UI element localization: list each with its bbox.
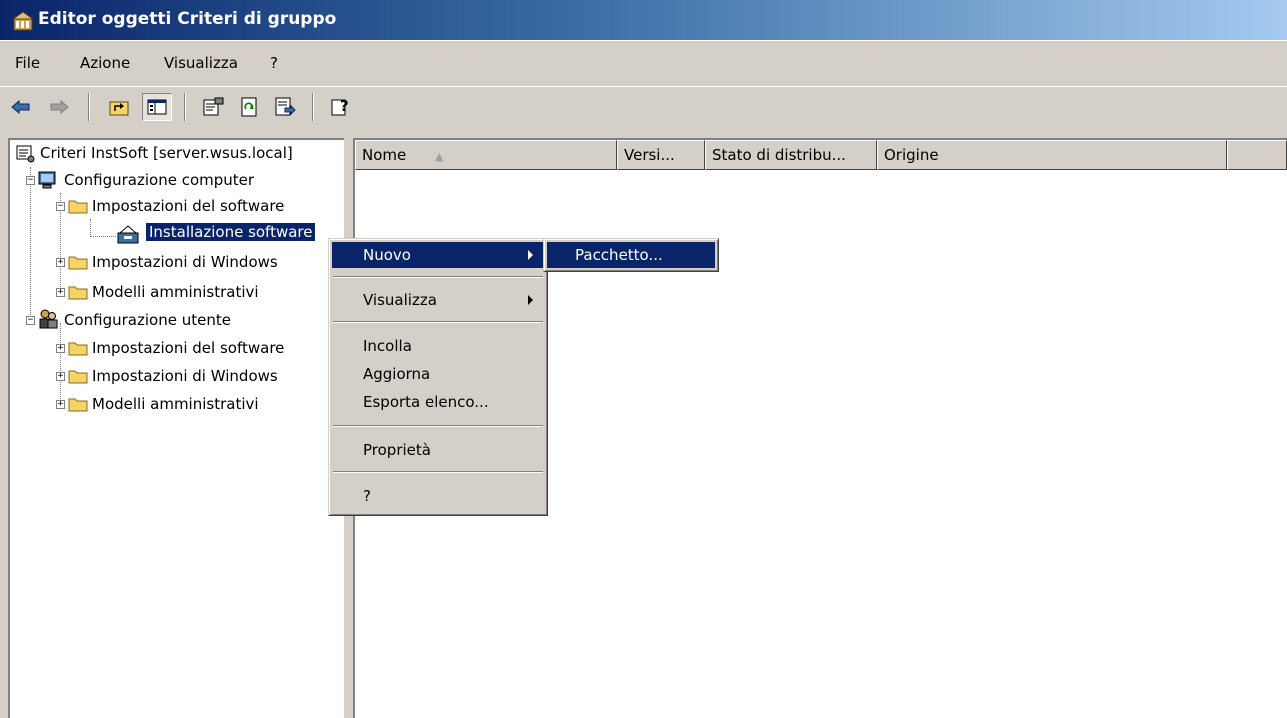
window-frame	[0, 138, 8, 718]
menu-item-visualizza-label: Visualizza	[363, 291, 437, 309]
collapse-toggle[interactable]: −	[26, 316, 35, 325]
folder-icon	[68, 256, 88, 270]
refresh-button[interactable]	[234, 93, 264, 121]
column-header-name-label: Nome	[362, 146, 407, 164]
forward-arrow-icon	[50, 100, 69, 114]
expand-toggle[interactable]: +	[56, 400, 65, 409]
submenu-nuovo: Pacchetto...	[543, 238, 719, 272]
menu-separator	[333, 471, 543, 473]
show-hide-tree-button[interactable]	[142, 93, 172, 121]
menu-bar: File Azione Visualizza ?	[0, 40, 1287, 87]
export-list-icon	[275, 97, 296, 116]
column-header-version[interactable]: Versi...	[617, 140, 705, 170]
expand-toggle[interactable]: +	[56, 288, 65, 297]
expand-toggle[interactable]: +	[56, 372, 65, 381]
folder-icon	[68, 342, 88, 356]
tree-connector	[90, 219, 91, 235]
tree-item-computer-software[interactable]: Impostazioni del software	[92, 197, 284, 215]
refresh-icon	[241, 97, 257, 117]
tree-item-computer-config[interactable]: Configurazione computer	[64, 171, 254, 189]
computer-icon	[38, 171, 56, 189]
collapse-toggle[interactable]: −	[26, 176, 35, 185]
users-icon	[39, 309, 58, 329]
column-header-deploy-state[interactable]: Stato di distribu...	[705, 140, 877, 170]
help-icon: ?	[331, 97, 349, 116]
properties-icon	[203, 97, 224, 116]
up-folder-icon	[109, 101, 129, 116]
tree-connector	[90, 236, 116, 237]
tree-connector	[30, 167, 31, 319]
pane-gap	[0, 128, 1287, 138]
column-header-source[interactable]: Origine	[877, 140, 1227, 170]
folder-icon	[68, 286, 88, 300]
context-menu: Nuovo Visualizza Incolla Aggiorna Esport…	[328, 238, 548, 516]
tree-pane[interactable]: Criteri InstSoft [server.wsus.local] − C…	[8, 138, 344, 718]
menu-separator	[333, 321, 543, 323]
tree-connector	[60, 323, 61, 407]
menu-item-nuovo[interactable]: Nuovo	[332, 242, 544, 268]
menu-item-help[interactable]: ?	[332, 483, 544, 509]
menu-item-pacchetto[interactable]: Pacchetto...	[547, 242, 715, 268]
menu-separator	[333, 276, 543, 278]
column-header-empty[interactable]	[1227, 140, 1287, 170]
policy-scroll-icon	[16, 145, 35, 163]
menu-item-nuovo-label: Nuovo	[363, 246, 411, 264]
sort-ascending-icon: ▲	[435, 150, 444, 163]
tree-item-user-admin-templates[interactable]: Modelli amministrativi	[92, 395, 259, 413]
export-list-button[interactable]	[270, 93, 300, 121]
back-button[interactable]	[6, 93, 36, 121]
menu-item-esporta-elenco[interactable]: Esporta elenco...	[332, 389, 544, 415]
toolbar: ?	[0, 86, 1287, 130]
menu-azione[interactable]: Azione	[80, 54, 130, 72]
tree-item-computer-windows[interactable]: Impostazioni di Windows	[92, 253, 278, 271]
folder-icon	[68, 370, 88, 384]
collapse-toggle[interactable]: −	[56, 202, 65, 211]
folder-icon	[68, 398, 88, 412]
help-button[interactable]: ?	[326, 93, 356, 121]
title-bar[interactable]: Editor oggetti Criteri di gruppo	[0, 0, 1287, 40]
expand-toggle[interactable]: +	[56, 344, 65, 353]
up-one-level-button[interactable]	[104, 93, 134, 121]
show-hide-tree-icon	[147, 99, 167, 115]
tree-item-computer-admin-templates[interactable]: Modelli amministrativi	[92, 283, 259, 301]
expand-toggle[interactable]: +	[56, 258, 65, 267]
tree-item-user-software[interactable]: Impostazioni del software	[92, 339, 284, 357]
menu-item-visualizza[interactable]: Visualizza	[332, 287, 544, 313]
toolbar-separator	[88, 93, 90, 121]
tree-item-user-config[interactable]: Configurazione utente	[64, 311, 231, 329]
back-arrow-icon	[11, 100, 30, 114]
tree-item-software-installation[interactable]: Installazione software	[146, 223, 316, 241]
properties-button[interactable]	[198, 93, 228, 121]
column-header-name[interactable]: Nome ▲	[355, 140, 617, 170]
window-title: Editor oggetti Criteri di gruppo	[38, 9, 337, 29]
menu-file[interactable]: File	[15, 54, 40, 72]
group-policy-app-icon	[12, 11, 34, 31]
menu-item-proprieta[interactable]: Proprietà	[332, 437, 544, 463]
svg-text:?: ?	[340, 97, 349, 115]
menu-item-incolla[interactable]: Incolla	[332, 333, 544, 359]
menu-separator	[333, 425, 543, 427]
forward-button[interactable]	[44, 93, 74, 121]
folder-icon	[68, 200, 88, 214]
tree-item-user-windows[interactable]: Impostazioni di Windows	[92, 367, 278, 385]
menu-help[interactable]: ?	[270, 54, 278, 72]
menu-item-aggiorna[interactable]: Aggiorna	[332, 361, 544, 387]
toolbar-separator	[184, 93, 186, 121]
submenu-arrow-icon	[528, 250, 533, 260]
tree-item-root[interactable]: Criteri InstSoft [server.wsus.local]	[40, 144, 293, 162]
toolbar-separator	[312, 93, 314, 121]
submenu-arrow-icon	[528, 295, 533, 305]
menu-visualizza[interactable]: Visualizza	[164, 54, 238, 72]
software-installation-icon	[117, 225, 139, 244]
